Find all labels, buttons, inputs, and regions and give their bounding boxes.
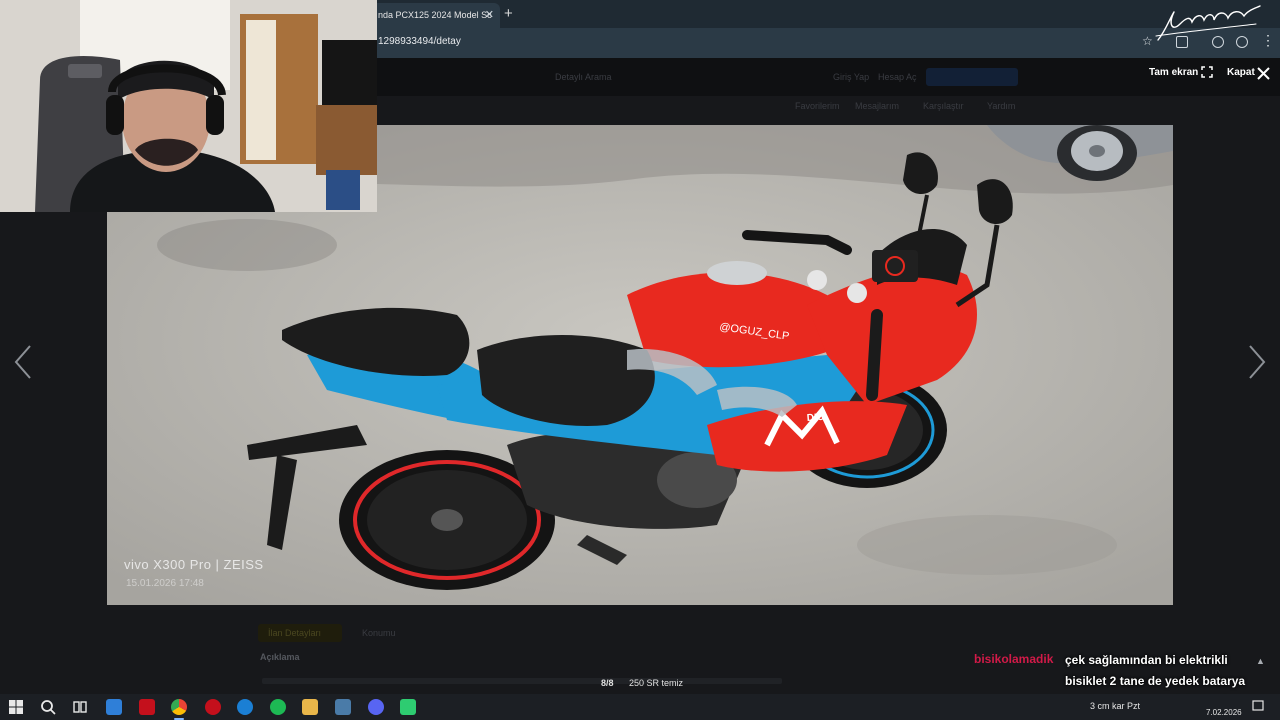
spotify-icon[interactable] — [270, 699, 286, 715]
taskbar-date[interactable]: 7.02.2026 — [1206, 708, 1242, 717]
messages-link[interactable]: Mesajlarım — [855, 101, 899, 111]
chrome-icon[interactable] — [171, 699, 187, 715]
signature-logo-icon — [1155, 5, 1261, 41]
app-red-icon[interactable] — [139, 699, 155, 715]
chat-username: bisikolamadik — [974, 652, 1054, 666]
help-link[interactable]: Yardım — [987, 101, 1015, 111]
app-green-icon[interactable] — [400, 699, 416, 715]
screen: Detaylı Arama Giriş Yap Hesap Aç Favoril… — [0, 0, 1280, 720]
camera-watermark: vivo X300 Pro | ZEISS — [124, 557, 264, 572]
discord-icon[interactable] — [368, 699, 384, 715]
windows-taskbar — [0, 694, 1280, 720]
task-view-icon[interactable] — [72, 699, 88, 715]
previous-photo-arrow-icon[interactable] — [12, 344, 34, 380]
browser-menu-icon[interactable]: ⋮ — [1261, 32, 1275, 49]
browser-tab-active[interactable]: nda PCX125 2024 Model Sc ✕ — [368, 3, 500, 28]
new-tab-button[interactable]: + — [504, 4, 513, 24]
fullscreen-icon[interactable] — [1201, 66, 1213, 78]
close-viewer-label[interactable]: Kapat — [1227, 67, 1255, 78]
post-ad-button[interactable] — [926, 68, 1018, 86]
next-photo-arrow-icon[interactable] — [1246, 344, 1268, 380]
photo-caption: 250 SR temiz — [629, 678, 684, 688]
app-icon[interactable] — [335, 699, 351, 715]
photo-timestamp-watermark: 15.01.2026 17:48 — [126, 578, 204, 589]
tab-title: nda PCX125 2024 Model Sc — [378, 10, 492, 20]
close-icon[interactable] — [1257, 67, 1270, 80]
chat-scroll-up-icon[interactable]: ▲ — [1256, 656, 1265, 666]
login-link[interactable]: Giriş Yap — [833, 72, 869, 82]
photo-counter: 8/8 — [601, 678, 614, 688]
tab-close-icon[interactable]: ✕ — [485, 3, 494, 28]
notification-icon[interactable] — [1252, 700, 1264, 712]
detailed-search-link[interactable]: Detaylı Arama — [555, 72, 612, 82]
favorites-link[interactable]: Favorilerim — [795, 101, 840, 111]
search-icon[interactable] — [40, 699, 56, 715]
weather-widget[interactable]: 3 cm kar Pzt — [1090, 701, 1140, 711]
url-field[interactable]: 1298933494/detay — [378, 36, 461, 47]
fullscreen-label[interactable]: Tam ekran — [1149, 67, 1198, 78]
webcam-overlay — [0, 0, 377, 212]
fairing-decal-model: DIO — [806, 412, 825, 424]
opera-icon[interactable] — [205, 699, 221, 715]
windows-start-icon[interactable] — [8, 699, 24, 715]
streamer-webcam-illustration — [0, 0, 377, 212]
tab-listing-details-label: İlan Detayları — [268, 628, 322, 638]
description-text-placeholder — [262, 678, 782, 684]
register-link[interactable]: Hesap Aç — [878, 72, 917, 82]
tab-location[interactable]: Konumu — [362, 628, 396, 638]
description-heading: Açıklama — [260, 652, 300, 662]
edge-icon[interactable] — [237, 699, 253, 715]
store-icon[interactable] — [106, 699, 122, 715]
file-explorer-icon[interactable] — [302, 699, 318, 715]
compare-link[interactable]: Karşılaştır — [923, 101, 964, 111]
tab-listing-details[interactable]: İlan Detayları — [258, 624, 342, 642]
